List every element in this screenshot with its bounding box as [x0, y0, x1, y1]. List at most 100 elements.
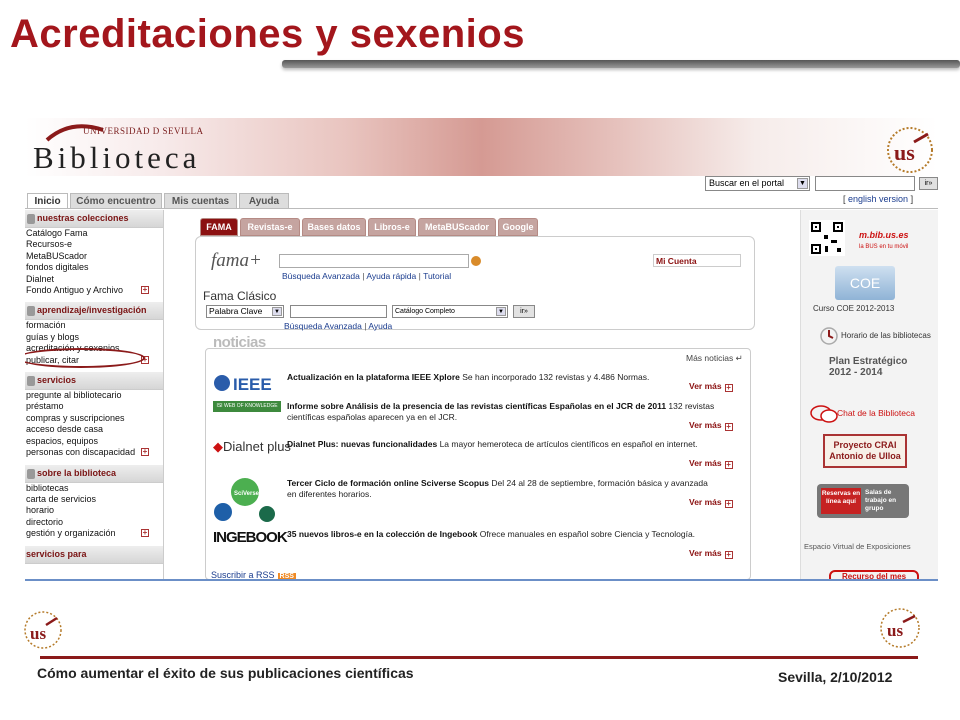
sidebar-heading-aprendizaje[interactable]: aprendizaje/investigación: [25, 302, 163, 321]
horario-link[interactable]: Horario de las bibliotecas: [841, 331, 931, 340]
sidebar-item-recursos-e[interactable]: Recursos-e: [25, 239, 163, 250]
left-sidebar: nuestras colecciones Catálogo Fama Recur…: [25, 210, 164, 579]
busqueda-avanzada-link[interactable]: Búsqueda Avanzada: [282, 271, 360, 281]
fama-search-input[interactable]: [279, 254, 469, 268]
university-name: UNIVERSIDAD D SEVILLA: [83, 126, 204, 136]
svg-text:us: us: [894, 140, 915, 165]
ver-mas-link[interactable]: Ver más +: [689, 548, 733, 559]
sidebar-item-acceso-casa[interactable]: acceso desde casa: [25, 424, 163, 435]
field-select[interactable]: Palabra Clave ▼: [206, 305, 284, 318]
ver-mas-link[interactable]: Ver más +: [689, 458, 733, 469]
expand-plus-icon: +: [724, 550, 733, 559]
tutorial-link[interactable]: Tutorial: [423, 271, 451, 281]
mi-cuenta-link[interactable]: Mi Cuenta: [653, 254, 741, 267]
clasico-links: Búsqueda Avanzada | Ayuda: [284, 321, 393, 331]
sidebar-item-dialnet[interactable]: Dialnet: [25, 274, 163, 285]
footer-subject: Cómo aumentar el éxito de sus publicacio…: [37, 665, 414, 681]
ver-mas-link[interactable]: Ver más +: [689, 497, 733, 508]
about-icon: [27, 468, 35, 479]
sidebar-heading-colecciones[interactable]: nuestras colecciones: [25, 210, 163, 228]
tab-bases-datos[interactable]: Bases datos: [302, 218, 366, 236]
tab-google[interactable]: Google: [498, 218, 538, 236]
portal-scope-select[interactable]: Buscar en el portal ▼: [705, 176, 810, 191]
sidebar-item-gestion[interactable]: gestión y organización +: [25, 528, 163, 539]
ver-mas-link[interactable]: Ver más +: [689, 381, 733, 392]
expand-plus-icon: +: [724, 422, 733, 431]
catalog-select[interactable]: Catálogo Completo ▼: [392, 305, 508, 318]
espacio-virtual-link[interactable]: Espacio Virtual de Exposiciones: [804, 542, 911, 551]
sidebar-item-metabuscador[interactable]: MetaBUScador: [25, 251, 163, 262]
tab-revistas-e[interactable]: Revistas-e: [240, 218, 300, 236]
sidebar-group-sobre: sobre la biblioteca bibliotecas carta de…: [25, 464, 163, 540]
tab-libros-e[interactable]: Libros-e: [368, 218, 416, 236]
sidebar-item-compras[interactable]: compras y suscripciones: [25, 413, 163, 424]
sidebar-item-carta-servicios[interactable]: carta de servicios: [25, 494, 163, 505]
expand-plus-icon[interactable]: +: [141, 529, 149, 538]
ver-mas-link[interactable]: Ver más +: [689, 420, 733, 431]
expand-plus-icon: +: [724, 383, 733, 392]
expand-plus-icon[interactable]: +: [141, 286, 149, 295]
tab-ayuda[interactable]: Ayuda: [239, 193, 289, 209]
sidebar-item-fondos-digitales[interactable]: fondos digitales: [25, 262, 163, 273]
chat-bubble-icon: [810, 405, 838, 423]
sidebar-item-pregunte[interactable]: pregunte al bibliotecario: [25, 390, 163, 401]
tab-fama[interactable]: FAMA: [200, 218, 238, 236]
arrow-icon: ↵: [735, 353, 743, 363]
recurso-del-mes-banner[interactable]: Recurso del mes: [829, 570, 919, 579]
news-item: Actualización en la plataforma IEEE Xplo…: [287, 372, 650, 382]
library-name[interactable]: Biblioteca: [33, 140, 200, 176]
mas-noticias-link[interactable]: Más noticias ↵: [686, 353, 743, 364]
portal-search-input[interactable]: [815, 176, 915, 191]
sidebar-item-guias-blogs[interactable]: guías y blogs: [25, 332, 163, 343]
reservas-banner[interactable]: Reservas en línea aquí Salas de trabajo …: [817, 484, 909, 518]
sidebar-item-espacios[interactable]: espacios, equipos: [25, 436, 163, 447]
rss-subscribe-link[interactable]: Suscribir a RSS RSS: [211, 570, 296, 579]
portal-go-button[interactable]: ir»: [919, 177, 938, 190]
qr-code-icon[interactable]: [809, 220, 845, 256]
sidebar-item-directorio[interactable]: directorio: [25, 517, 163, 528]
sidebar-item-catalogo-fama[interactable]: Catálogo Fama: [25, 228, 163, 239]
sidebar-heading-servicios-para[interactable]: servicios para: [25, 545, 163, 564]
tab-como-encuentro[interactable]: Cómo encuentro: [70, 193, 162, 209]
mbib-subtitle: la BUS en tu móvil: [859, 244, 909, 250]
isi-logo: ISI WEB OF KNOWLEDGE: [213, 401, 281, 412]
tab-mis-cuentas[interactable]: Mis cuentas: [164, 193, 237, 209]
english-version-link[interactable]: english version: [848, 194, 908, 204]
sidebar-item-fondo-antiguo[interactable]: Fondo Antiguo y Archivo +: [25, 285, 163, 296]
salas-label: Salas de trabajo en grupo: [865, 489, 897, 512]
chevron-down-icon: ▼: [797, 178, 808, 189]
reservas-button[interactable]: Reservas en línea aquí: [821, 488, 861, 514]
clasico-go-button[interactable]: ir»: [513, 305, 535, 318]
sidebar-heading-servicios[interactable]: servicios: [25, 372, 163, 391]
tab-inicio[interactable]: Inicio: [27, 193, 68, 209]
collections-icon: [27, 214, 35, 224]
sidebar-heading-sobre[interactable]: sobre la biblioteca: [25, 464, 163, 483]
library-screenshot: UNIVERSIDAD D SEVILLA Biblioteca us Busc…: [25, 118, 938, 581]
chevron-down-icon: ▼: [272, 307, 282, 316]
plan-estrategico-link[interactable]: Plan Estratégico 2012 - 2014: [829, 356, 909, 378]
fama-links: Búsqueda Avanzada | Ayuda rápida | Tutor…: [282, 271, 452, 281]
news-item: 35 nuevos libros-e en la colección de In…: [287, 529, 696, 539]
clasico-search-input[interactable]: [290, 305, 387, 318]
university-logo-icon: us: [24, 611, 62, 649]
expand-plus-icon[interactable]: +: [141, 448, 149, 457]
news-heading: noticias: [213, 334, 266, 351]
sidebar-item-formacion[interactable]: formación: [25, 320, 163, 331]
search-go-icon[interactable]: [471, 256, 481, 266]
sidebar-item-discapacidad[interactable]: personas con discapacidad +: [25, 447, 163, 458]
svg-text:SciVerse: SciVerse: [234, 491, 260, 497]
dialnet-mark-icon: ◆: [213, 439, 223, 454]
clasico-busqueda-avanzada-link[interactable]: Búsqueda Avanzada: [284, 321, 362, 331]
tab-metabuscador[interactable]: MetaBUScador: [418, 218, 496, 236]
crai-banner[interactable]: Proyecto CRAI Antonio de Ulloa: [823, 434, 907, 468]
coe-banner[interactable]: COE: [835, 266, 895, 300]
ingebook-logo: INGEBOOK: [213, 529, 288, 546]
sidebar-item-prestamo[interactable]: préstamo: [25, 401, 163, 412]
clasico-ayuda-link[interactable]: Ayuda: [368, 321, 392, 331]
sidebar-item-horario[interactable]: horario: [25, 505, 163, 516]
sciverse-logo-icon: SciVerse: [214, 478, 275, 522]
chat-link[interactable]: Chat de la Biblioteca: [837, 408, 915, 418]
mbib-link[interactable]: m.bib.us.es: [859, 230, 909, 240]
ayuda-rapida-link[interactable]: Ayuda rápida: [366, 271, 416, 281]
sidebar-item-bibliotecas[interactable]: bibliotecas: [25, 483, 163, 494]
